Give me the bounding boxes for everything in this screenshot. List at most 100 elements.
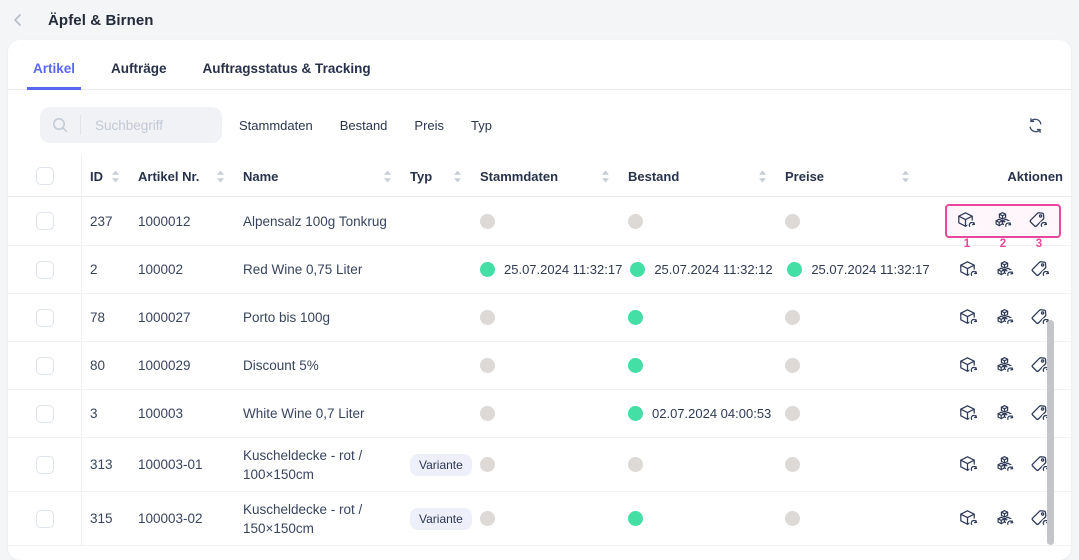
status-dot-stammdaten-unsynced <box>480 511 495 526</box>
cube-sync-icon[interactable] <box>958 509 980 529</box>
sort-icon[interactable] <box>601 170 610 183</box>
cell-stammdaten-status <box>472 438 620 491</box>
table-body: 237 1000012 Alpensalz 100g Tonkrug 123 <box>8 197 1071 546</box>
status-dot-stammdaten-unsynced <box>480 358 495 373</box>
cubes-sync-icon[interactable] <box>992 211 1014 231</box>
back-button[interactable] <box>4 6 32 34</box>
cubes-sync-icon[interactable] <box>994 356 1016 376</box>
scrollbar-thumb[interactable] <box>1047 320 1054 545</box>
cube-sync-icon[interactable] <box>956 211 978 231</box>
cubes-sync-icon[interactable] <box>994 455 1016 475</box>
column-header-typ[interactable]: Typ <box>402 156 472 196</box>
column-label: Typ <box>410 169 432 184</box>
column-header-check <box>8 156 82 196</box>
row-checkbox[interactable] <box>36 510 54 528</box>
cell-artikel-nr: 1000012 <box>130 197 235 245</box>
row-checkbox-cell <box>8 294 82 341</box>
cube-sync-icon[interactable] <box>958 455 980 475</box>
content-card: Artikel Aufträge Auftragsstatus & Tracking… <box>8 40 1071 560</box>
cube-sync-icon[interactable] <box>958 260 980 280</box>
row-actions: 123 <box>945 204 1061 238</box>
status-dot-bestand-synced <box>628 310 643 325</box>
row-checkbox[interactable] <box>36 212 54 230</box>
row-artikel-nr: 1000029 <box>138 358 191 373</box>
status-dot-bestand-synced <box>628 406 643 421</box>
status-dot-stammdaten-unsynced <box>480 406 495 421</box>
row-checkbox[interactable] <box>36 456 54 474</box>
row-actions <box>949 255 1061 285</box>
cell-artikel-nr: 1000029 <box>130 342 235 389</box>
column-header-stammdaten[interactable]: Stammdaten <box>472 156 620 196</box>
sort-icon[interactable] <box>453 170 462 183</box>
status-dot-preise-unsynced <box>785 406 800 421</box>
tabs-row: Artikel Aufträge Auftragsstatus & Tracking <box>8 40 1071 90</box>
cell-typ <box>402 294 472 341</box>
cubes-sync-icon[interactable] <box>994 404 1016 424</box>
row-artikel-nr: 100002 <box>138 262 183 277</box>
sort-icon[interactable] <box>383 170 392 183</box>
table-row: 80 1000029 Discount 5% <box>8 342 1071 390</box>
cell-preise-status: 25.07.2024 11:32:17 <box>779 246 929 293</box>
cell-stammdaten-status <box>472 294 620 341</box>
cell-preise-status <box>777 294 920 341</box>
cell-id: 237 <box>82 197 130 245</box>
column-header-bestand[interactable]: Bestand <box>620 156 777 196</box>
select-all-checkbox[interactable] <box>36 167 54 185</box>
cube-sync-icon[interactable] <box>958 308 980 328</box>
filter-stammdaten[interactable]: Stammdaten <box>239 118 313 133</box>
row-name: Porto bis 100g <box>243 308 330 327</box>
row-name: Kuscheldecke - rot / 100×150cm <box>243 446 402 484</box>
row-name: Alpensalz 100g Tonkrug <box>243 212 387 231</box>
chevron-left-icon <box>10 12 26 28</box>
table-header: IDArtikel Nr.Name Typ Stammdaten BestandPre… <box>8 156 1071 197</box>
column-header-id[interactable]: ID <box>82 156 130 196</box>
cubes-sync-icon[interactable] <box>994 260 1016 280</box>
cubes-sync-icon[interactable] <box>994 509 1016 529</box>
variante-badge: Variante <box>410 454 472 476</box>
status-dot-preise-unsynced <box>785 214 800 229</box>
cube-sync-icon[interactable] <box>958 356 980 376</box>
tab-auftr-ge[interactable]: Aufträge <box>105 61 173 89</box>
row-actions <box>949 450 1061 480</box>
row-checkbox-cell <box>8 492 82 545</box>
row-artikel-nr: 1000012 <box>138 214 191 229</box>
tab-auftragsstatus-tracking[interactable]: Auftragsstatus & Tracking <box>197 61 377 89</box>
column-header-artikel_nr[interactable]: Artikel Nr. <box>130 156 235 196</box>
row-name: Kuscheldecke - rot / 150×150cm <box>243 500 402 538</box>
filter-bestand[interactable]: Bestand <box>340 118 388 133</box>
sort-icon[interactable] <box>216 170 225 183</box>
row-checkbox[interactable] <box>36 261 54 279</box>
tab-artikel[interactable]: Artikel <box>27 61 81 90</box>
sync-timestamp: 25.07.2024 11:32:12 <box>654 262 772 277</box>
cube-sync-icon[interactable] <box>958 404 980 424</box>
sync-timestamp: 25.07.2024 11:32:17 <box>504 262 622 277</box>
tag-sync-icon[interactable] <box>1030 260 1052 280</box>
refresh-button[interactable] <box>1023 113 1047 137</box>
status-dot-stammdaten-unsynced <box>480 214 495 229</box>
row-actions <box>949 303 1061 333</box>
row-artikel-nr: 100003-02 <box>138 511 203 526</box>
cell-bestand-status <box>620 294 777 341</box>
cell-typ <box>402 246 472 293</box>
cell-name: Porto bis 100g <box>235 294 402 341</box>
sort-icon[interactable] <box>111 170 120 183</box>
status-dot-preise-unsynced <box>785 511 800 526</box>
variante-badge: Variante <box>410 508 472 530</box>
filter-preis[interactable]: Preis <box>414 118 444 133</box>
column-label: Stammdaten <box>480 169 558 184</box>
search-box[interactable] <box>40 107 222 143</box>
column-header-preise[interactable]: Preise <box>777 156 920 196</box>
filter-typ[interactable]: Typ <box>471 118 492 133</box>
sort-icon[interactable] <box>758 170 767 183</box>
search-input[interactable] <box>93 117 212 134</box>
status-dot-preise-unsynced <box>785 457 800 472</box>
row-checkbox[interactable] <box>36 405 54 423</box>
sort-icon[interactable] <box>901 170 910 183</box>
cubes-sync-icon[interactable] <box>994 308 1016 328</box>
cell-bestand-status <box>620 342 777 389</box>
row-checkbox[interactable] <box>36 309 54 327</box>
row-actions <box>949 351 1061 381</box>
column-header-name[interactable]: Name <box>235 156 402 196</box>
row-checkbox[interactable] <box>36 357 54 375</box>
tag-sync-icon[interactable] <box>1028 211 1050 231</box>
